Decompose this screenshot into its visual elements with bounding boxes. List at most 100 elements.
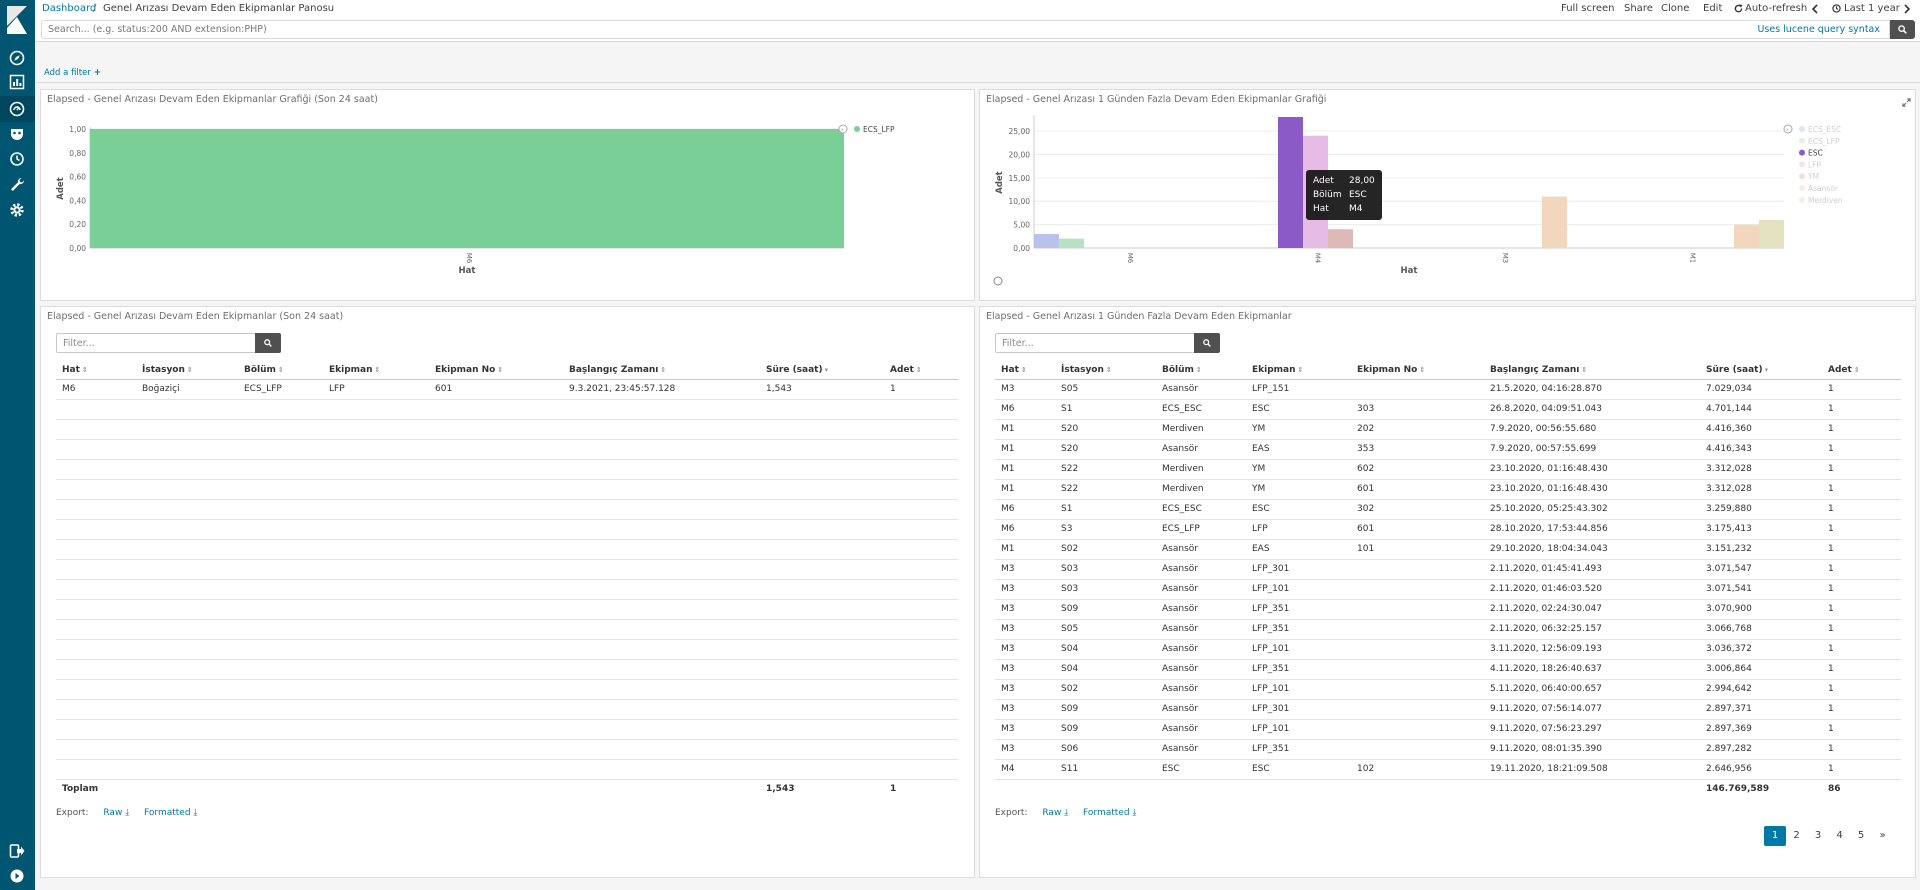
table-row: M4 S11 ESC ESC 102 19.11.2020, 18:21:09.508 2.… [995, 759, 1901, 780]
bar [90, 129, 844, 248]
column-header[interactable]: İstasyon ⇕ [136, 361, 238, 380]
visualize-bar-chart-icon[interactable] [9, 74, 25, 90]
sort-icon[interactable]: ⇕ [1581, 366, 1587, 374]
pagination-page-2[interactable]: 2 [1786, 826, 1808, 846]
column-header[interactable]: Başlangıç Zamanı ⇕ [1484, 361, 1700, 380]
pagination-page-1[interactable]: 1 [1764, 826, 1786, 846]
sort-icon[interactable]: ⇕ [497, 366, 503, 374]
sort-desc-icon[interactable]: ▾ [1765, 366, 1769, 374]
table-cell [238, 479, 323, 500]
table-cell [323, 559, 429, 580]
sort-icon[interactable]: ⇕ [187, 366, 193, 374]
search-input[interactable] [41, 20, 1890, 39]
column-header[interactable]: Ekipman No ⇕ [1351, 361, 1484, 380]
table-cell [1351, 639, 1484, 660]
sort-icon[interactable]: ⇕ [1196, 366, 1202, 374]
lucene-syntax-link[interactable]: Uses lucene query syntax [1757, 24, 1880, 35]
table-cell: ESC [1246, 759, 1351, 780]
devtools-wrench-icon[interactable] [9, 176, 25, 192]
sort-icon[interactable]: ⇕ [82, 366, 88, 374]
sort-icon[interactable]: ⇕ [1298, 366, 1304, 374]
table-cell: 3.071,541 [1700, 579, 1822, 600]
column-header[interactable]: Başlangıç Zamanı ⇕ [563, 361, 760, 380]
table-cell [56, 399, 136, 420]
table-cell [1351, 579, 1484, 600]
table-cell: 28.10.2020, 17:53:44.856 [1484, 519, 1700, 540]
edit-button[interactable]: Edit [1703, 3, 1722, 14]
kibana-logo[interactable] [3, 4, 31, 36]
collapse-sidebar-icon[interactable] [9, 868, 25, 884]
logout-icon[interactable] [9, 843, 25, 859]
export-formatted-link[interactable]: Formatted ⤓ [144, 808, 197, 818]
table-cell [136, 579, 238, 600]
plus-icon: + [93, 68, 101, 78]
share-button[interactable]: Share [1624, 3, 1653, 14]
table-cell: S05 [1055, 619, 1156, 640]
breadcrumb-dashboard-link[interactable]: Dashboard [42, 3, 96, 14]
table-cell [238, 699, 323, 720]
table-cell [760, 519, 884, 540]
column-header[interactable]: Hat ⇕ [995, 361, 1055, 380]
time-range-picker[interactable]: Last 1 year [1844, 3, 1900, 14]
column-header[interactable]: Adet ⇕ [884, 361, 958, 380]
table-cell: 2.11.2020, 06:32:25.157 [1484, 619, 1700, 640]
column-header[interactable]: Süre (saat) ▾ [760, 361, 884, 380]
table-cell: S22 [1055, 479, 1156, 500]
table-cell: M3 [995, 639, 1055, 660]
pagination-page-4[interactable]: 4 [1829, 826, 1851, 846]
column-header[interactable]: Adet ⇕ [1822, 361, 1901, 380]
dashboard-gauge-icon[interactable] [9, 101, 25, 117]
export-formatted-link[interactable]: Formatted ⤓ [1083, 808, 1136, 818]
clone-button[interactable]: Clone [1661, 3, 1689, 14]
table-row [56, 719, 958, 740]
table-filter-input[interactable] [995, 333, 1197, 353]
table-cell: ESC [1246, 499, 1351, 520]
table-cell: 3.036,372 [1700, 639, 1822, 660]
sort-icon[interactable]: ⇕ [1854, 366, 1860, 374]
table-cell: EAS [1246, 539, 1351, 560]
pagination-next-button[interactable]: » [1872, 826, 1894, 846]
table-cell: 3.006,864 [1700, 659, 1822, 680]
monitoring-clock-icon[interactable] [9, 151, 25, 167]
column-header[interactable]: İstasyon ⇕ [1055, 361, 1156, 380]
table-cell: 9.3.2021, 23:45:57.128 [563, 379, 760, 400]
column-header[interactable]: Süre (saat) ▾ [1700, 361, 1822, 380]
sort-icon[interactable]: ⇕ [278, 366, 284, 374]
timelion-mask-icon[interactable] [9, 126, 25, 142]
add-filter-link[interactable]: Add a filter + [44, 68, 101, 78]
search-button[interactable] [1890, 20, 1915, 39]
table-filter-button[interactable] [1194, 333, 1220, 353]
full-screen-button[interactable]: Full screen [1561, 3, 1615, 14]
column-header[interactable]: Hat ⇕ [56, 361, 136, 380]
table-cell [760, 579, 884, 600]
management-gear-icon[interactable] [9, 202, 25, 218]
sort-icon[interactable]: ⇕ [1106, 366, 1112, 374]
sort-icon[interactable]: ⇕ [1419, 366, 1425, 374]
export-raw-link[interactable]: Raw ⤓ [1042, 808, 1068, 818]
column-header[interactable]: Ekipman No ⇕ [429, 361, 563, 380]
auto-refresh-button[interactable]: Auto-refresh [1745, 3, 1807, 14]
table-cell: S1 [1055, 499, 1156, 520]
column-header[interactable]: Bölüm ⇕ [1156, 361, 1246, 380]
sort-icon[interactable]: ⇕ [375, 366, 381, 374]
table-filter-button[interactable] [255, 333, 281, 353]
column-header[interactable]: Ekipman ⇕ [1246, 361, 1351, 380]
chevron-right-icon[interactable] [1903, 4, 1911, 14]
export-raw-link[interactable]: Raw ⤓ [103, 808, 129, 818]
sort-icon[interactable]: ⇕ [1021, 366, 1027, 374]
table-cell: EAS [1246, 439, 1351, 460]
sort-icon[interactable]: ⇕ [660, 366, 666, 374]
refresh-icon[interactable] [1734, 4, 1743, 13]
column-header[interactable]: Ekipman ⇕ [323, 361, 429, 380]
sort-desc-icon[interactable]: ▾ [825, 366, 829, 374]
table-cell [56, 479, 136, 500]
column-header[interactable]: Bölüm ⇕ [238, 361, 323, 380]
discover-compass-icon[interactable] [9, 50, 25, 66]
y-tick-label: 0,00 [1013, 244, 1030, 253]
sort-icon[interactable]: ⇕ [916, 366, 922, 374]
table-filter-input[interactable] [56, 333, 258, 353]
chevron-left-icon[interactable] [1811, 4, 1819, 14]
pagination-page-5[interactable]: 5 [1850, 826, 1872, 846]
legend-label: Merdiven [1808, 196, 1843, 205]
pagination-page-3[interactable]: 3 [1807, 826, 1829, 846]
